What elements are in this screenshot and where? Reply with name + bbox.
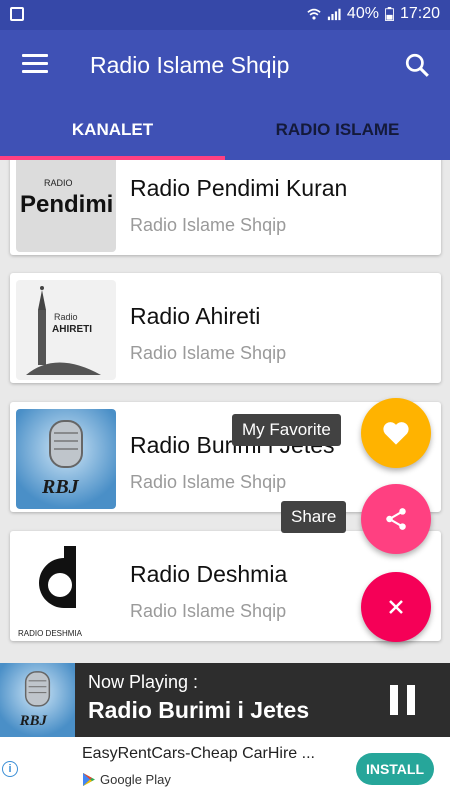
station-card[interactable]: RADIO Pendimi Radio Pendimi Kuran Radio … (10, 160, 441, 255)
share-button[interactable] (361, 484, 431, 554)
cell-signal-icon (327, 8, 341, 21)
station-card[interactable]: Radio AHIRETI Radio Ahireti Radio Islame… (10, 273, 441, 383)
ad-store: Google Play (82, 772, 171, 787)
clock: 17:20 (399, 5, 440, 22)
svg-text:RBJ: RBJ (19, 713, 48, 729)
pause-icon (390, 685, 398, 715)
status-bar: 40% 17:20 (0, 0, 450, 30)
station-logo-pendimi: RADIO Pendimi (16, 160, 116, 252)
now-playing-logo: RBJ (0, 663, 75, 737)
station-subtitle: Radio Islame Shqip (130, 601, 287, 621)
search-icon[interactable] (404, 52, 430, 78)
pause-button[interactable] (390, 685, 416, 715)
tab-radio-islame[interactable]: RADIO ISLAME (225, 100, 450, 160)
favorite-label[interactable]: My Favorite (232, 414, 341, 446)
status-icons: 40% 17:20 (307, 5, 440, 23)
station-title: Radio Ahireti (130, 303, 261, 329)
station-logo-rbj: RBJ (16, 409, 116, 509)
battery-icon (385, 7, 394, 21)
battery-percent: 40% (346, 5, 379, 22)
hamburger-menu-icon[interactable] (22, 54, 48, 74)
ad-info-icon[interactable]: i (2, 761, 18, 777)
svg-text:RADIO: RADIO (44, 178, 73, 188)
share-icon (386, 508, 406, 530)
heart-icon (383, 422, 409, 445)
station-logo-ahireti: Radio AHIRETI (16, 280, 116, 380)
install-button[interactable]: INSTALL (356, 753, 434, 785)
now-playing-label: Now Playing : (88, 672, 199, 692)
svg-text:AHIRETI: AHIRETI (52, 324, 92, 335)
tab-bar: KANALET RADIO ISLAME (0, 100, 450, 160)
favorite-button[interactable] (361, 398, 431, 468)
share-label[interactable]: Share (281, 501, 347, 533)
station-subtitle: Radio Islame Shqip (130, 343, 287, 363)
station-title: Radio Pendimi Kuran (130, 175, 348, 201)
app-title: Radio Islame Shqip (90, 52, 290, 78)
close-fab-button[interactable] (361, 572, 431, 642)
ad-title[interactable]: EasyRentCars-Cheap CarHire ... (82, 745, 315, 763)
tab-kanalet[interactable]: KANALET (0, 100, 225, 160)
google-play-icon (83, 773, 95, 786)
station-logo-deshmia: RADIO DESHMIA (16, 538, 116, 638)
svg-text:Radio: Radio (54, 312, 78, 322)
station-subtitle: Radio Islame Shqip (130, 215, 287, 235)
ad-store-label: Google Play (100, 772, 171, 787)
close-icon (389, 600, 403, 614)
notification-icon (10, 7, 24, 21)
now-playing-station: Radio Burimi i Jetes (88, 697, 310, 723)
svg-text:Pendimi: Pendimi (20, 191, 113, 218)
now-playing-bar[interactable]: RBJ Now Playing : Radio Burimi i Jetes (0, 663, 450, 737)
ad-banner[interactable]: i EasyRentCars-Cheap CarHire ... Google … (0, 737, 450, 800)
wifi-icon (307, 8, 321, 20)
svg-text:RBJ: RBJ (41, 476, 80, 498)
station-title: Radio Deshmia (130, 561, 288, 587)
station-subtitle: Radio Islame Shqip (130, 472, 287, 492)
app-bar: Radio Islame Shqip (0, 30, 450, 100)
svg-text:RADIO DESHMIA: RADIO DESHMIA (18, 629, 83, 638)
